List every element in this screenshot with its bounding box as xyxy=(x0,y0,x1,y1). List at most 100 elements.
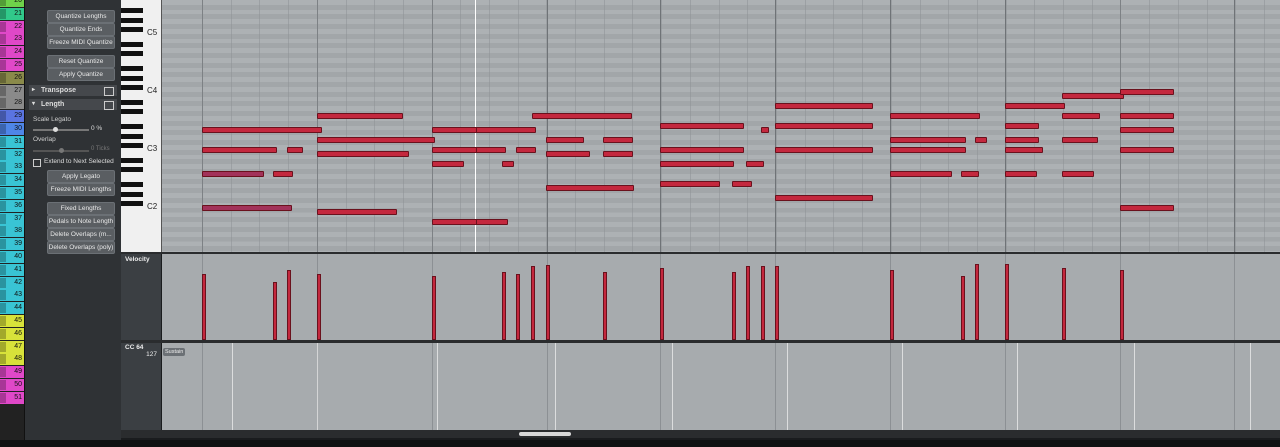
midi-note[interactable] xyxy=(1120,147,1174,153)
midi-note[interactable] xyxy=(476,127,536,133)
black-key[interactable] xyxy=(121,65,143,71)
delete-overlaps-poly-button[interactable]: Delete Overlaps (poly) xyxy=(47,241,115,254)
track-item[interactable]: 34 xyxy=(0,174,24,187)
quantize-lengths-button[interactable]: Quantize Lengths xyxy=(47,10,115,23)
midi-note[interactable] xyxy=(775,123,873,129)
track-item[interactable]: 42 xyxy=(0,276,24,289)
track-item[interactable]: 48 xyxy=(0,353,24,366)
track-item[interactable]: 38 xyxy=(0,225,24,238)
track-item[interactable]: 40 xyxy=(0,251,24,263)
midi-note[interactable] xyxy=(1005,123,1039,129)
midi-note[interactable] xyxy=(202,127,322,133)
midi-note[interactable] xyxy=(1005,137,1039,143)
fixed-lengths-button[interactable]: Fixed Lengths xyxy=(47,202,115,215)
midi-note[interactable] xyxy=(202,205,292,211)
track-item[interactable]: 32 xyxy=(0,148,24,161)
sustain-event[interactable] xyxy=(1134,343,1135,430)
track-item[interactable]: 51 xyxy=(0,391,24,404)
velocity-bar[interactable] xyxy=(775,266,779,340)
midi-note[interactable] xyxy=(1120,205,1174,211)
velocity-bar[interactable] xyxy=(546,265,550,340)
midi-note[interactable] xyxy=(287,147,303,153)
horizontal-scrollbar[interactable] xyxy=(121,430,1280,438)
playhead[interactable] xyxy=(475,0,476,252)
track-item[interactable]: 27 xyxy=(0,84,24,97)
velocity-bar[interactable] xyxy=(660,268,664,340)
midi-note[interactable] xyxy=(1005,103,1065,109)
midi-note[interactable] xyxy=(1120,113,1174,119)
reset-quantize-button[interactable]: Reset Quantize xyxy=(47,55,115,68)
freeze-midi-lengths-button[interactable]: Freeze MIDI Lengths xyxy=(47,183,115,196)
velocity-bar[interactable] xyxy=(432,276,436,340)
black-key[interactable] xyxy=(121,27,143,33)
velocity-bar[interactable] xyxy=(761,266,765,340)
track-item[interactable]: 31 xyxy=(0,135,24,148)
track-item[interactable]: 41 xyxy=(0,263,24,276)
midi-note[interactable] xyxy=(890,171,952,177)
delete-overlaps-mono-button[interactable]: Delete Overlaps (m... xyxy=(47,228,115,241)
black-key[interactable] xyxy=(121,109,143,115)
midi-note[interactable] xyxy=(1120,127,1174,133)
sustain-event[interactable] xyxy=(555,343,556,430)
velocity-bar[interactable] xyxy=(603,272,607,340)
midi-note[interactable] xyxy=(761,127,769,133)
midi-note[interactable] xyxy=(660,147,744,153)
sustain-event[interactable] xyxy=(437,343,438,430)
track-item[interactable]: 37 xyxy=(0,212,24,225)
track-item[interactable]: 35 xyxy=(0,187,24,199)
track-item[interactable]: 46 xyxy=(0,327,24,340)
midi-note[interactable] xyxy=(660,161,734,167)
midi-note[interactable] xyxy=(890,137,966,143)
black-key[interactable] xyxy=(121,41,143,47)
midi-note[interactable] xyxy=(432,161,464,167)
midi-note[interactable] xyxy=(1062,137,1098,143)
track-item[interactable]: 28 xyxy=(0,97,24,110)
midi-note[interactable] xyxy=(476,219,508,225)
track-item[interactable]: 49 xyxy=(0,366,24,379)
midi-note[interactable] xyxy=(317,151,409,157)
midi-note[interactable] xyxy=(317,209,397,215)
cc-lane[interactable]: Sustain xyxy=(162,343,1280,430)
overlap-handle[interactable] xyxy=(59,148,64,153)
black-key[interactable] xyxy=(121,75,143,81)
midi-note[interactable] xyxy=(660,181,720,187)
sustain-event[interactable] xyxy=(1250,343,1251,430)
midi-note[interactable] xyxy=(775,147,873,153)
scale-legato-slider[interactable] xyxy=(33,127,89,132)
sustain-event[interactable] xyxy=(902,343,903,430)
black-key[interactable] xyxy=(121,85,143,91)
black-key[interactable] xyxy=(121,201,143,207)
velocity-bar[interactable] xyxy=(502,272,506,340)
midi-note[interactable] xyxy=(1005,171,1037,177)
track-item[interactable]: 45 xyxy=(0,315,24,327)
sustain-event[interactable] xyxy=(672,343,673,430)
extend-checkbox[interactable] xyxy=(33,159,41,167)
midi-note[interactable] xyxy=(1005,147,1043,153)
velocity-bar[interactable] xyxy=(975,264,979,340)
midi-note[interactable] xyxy=(890,113,980,119)
black-key[interactable] xyxy=(121,181,143,187)
transpose-section-header[interactable]: ▸ Transpose xyxy=(29,85,117,96)
track-item[interactable]: 29 xyxy=(0,110,24,123)
midi-note[interactable] xyxy=(1062,113,1100,119)
midi-note[interactable] xyxy=(432,147,478,153)
midi-note[interactable] xyxy=(202,171,264,177)
pedals-to-note-length-button[interactable]: Pedals to Note Length xyxy=(47,215,115,228)
midi-note[interactable] xyxy=(317,137,435,143)
track-item[interactable]: 21 xyxy=(0,7,24,20)
scale-legato-handle[interactable] xyxy=(53,127,58,132)
track-item[interactable]: 47 xyxy=(0,340,24,353)
midi-note[interactable] xyxy=(532,113,632,119)
midi-note[interactable] xyxy=(432,127,478,133)
black-key[interactable] xyxy=(121,123,143,129)
midi-note[interactable] xyxy=(1062,171,1094,177)
velocity-bar[interactable] xyxy=(732,272,736,340)
midi-note[interactable] xyxy=(546,185,634,191)
midi-note[interactable] xyxy=(775,103,873,109)
track-item[interactable]: 25 xyxy=(0,59,24,71)
velocity-bar[interactable] xyxy=(1062,268,1066,340)
midi-note[interactable] xyxy=(432,219,478,225)
midi-note[interactable] xyxy=(732,181,752,187)
midi-note[interactable] xyxy=(1062,93,1124,99)
velocity-lane[interactable] xyxy=(162,254,1280,340)
